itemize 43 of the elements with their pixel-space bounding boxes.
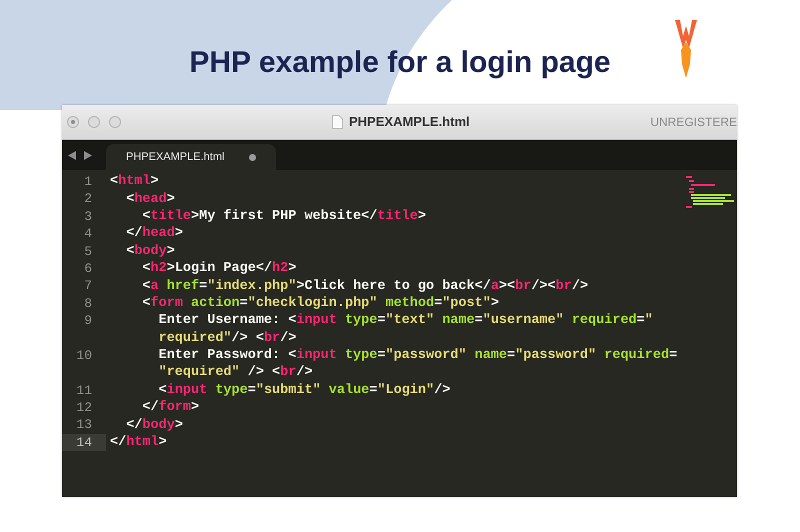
close-button[interactable] xyxy=(67,116,79,128)
code-line: <head> xyxy=(125,190,175,208)
logo-icon xyxy=(675,20,697,80)
code-line: <input type="submit" value="Login"/> xyxy=(158,382,450,399)
line-number: 4 xyxy=(84,225,92,244)
zoom-button[interactable] xyxy=(109,116,121,128)
code-line: </html> xyxy=(110,434,167,452)
code-line: </body> xyxy=(125,416,183,434)
back-arrow-icon[interactable] xyxy=(68,151,76,160)
code-line: <html> xyxy=(110,173,159,190)
license-status: UNREGISTERE xyxy=(650,114,737,131)
editor-tab[interactable]: PHPEXAMPLE.html xyxy=(106,144,276,170)
minimap-drawing xyxy=(686,176,734,208)
line-number: 13 xyxy=(76,416,92,434)
line-number: 1 xyxy=(84,172,92,191)
line-number: 8 xyxy=(84,294,92,313)
code-line: </head> xyxy=(125,225,183,242)
line-number: 2 xyxy=(84,190,92,208)
line-number: 7 xyxy=(84,277,92,296)
window-title: PHPEXAMPLE.html xyxy=(349,113,470,132)
page-heading: PHP example for a login page xyxy=(189,45,611,81)
line-number: 14 xyxy=(76,434,92,452)
code-line: <form action="checklogin.php" method="post"> xyxy=(141,294,499,312)
minimize-button[interactable] xyxy=(88,116,100,128)
line-number: 10 xyxy=(76,346,92,365)
code-line: <h2>Login Page</h2> xyxy=(141,260,296,278)
code-line: <a href="index.php">Click here to go back</a><br/><br/> xyxy=(141,278,588,295)
document-icon xyxy=(332,115,343,129)
code-line: </form> xyxy=(141,399,200,416)
line-number: 12 xyxy=(76,399,92,418)
line-number: 11 xyxy=(76,382,92,400)
tab-label: PHPEXAMPLE.html xyxy=(126,150,224,165)
line-number: 9 xyxy=(84,312,92,330)
line-number: 3 xyxy=(84,208,92,226)
forward-arrow-icon[interactable] xyxy=(84,151,92,160)
code-line: <body> xyxy=(125,242,175,260)
line-number: 6 xyxy=(84,260,92,278)
line-number: 5 xyxy=(84,242,92,261)
code-line: Enter Username: <input type="text" name="username" required=" xyxy=(158,312,653,330)
code-line: "required" /> <br/> xyxy=(158,364,313,382)
code-line: <title>My first PHP website</title> xyxy=(141,208,426,225)
code-line: Enter Password: <input type="password" name="password" required= xyxy=(158,347,678,364)
code-line: required"/> <br/> xyxy=(158,330,296,347)
